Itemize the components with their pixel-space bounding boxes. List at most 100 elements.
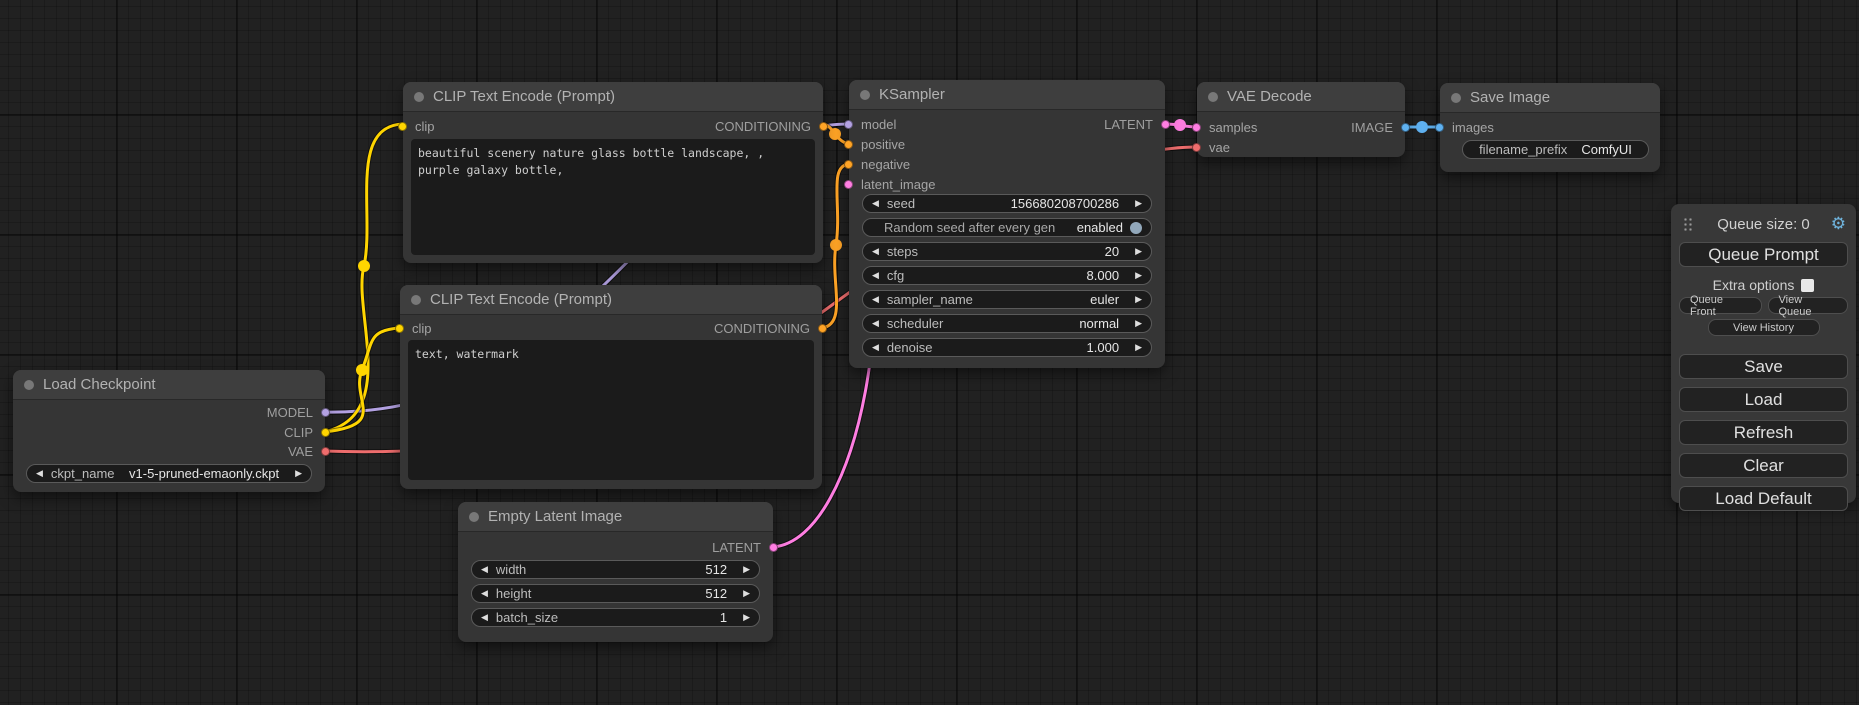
decrement-icon[interactable]: ◀ [872, 247, 879, 256]
decrement-icon[interactable]: ◀ [481, 565, 488, 574]
decrement-icon[interactable]: ◀ [872, 295, 879, 304]
load-button[interactable]: Load [1679, 387, 1848, 412]
widget-width[interactable]: ◀ width 512 ▶ [471, 560, 760, 579]
save-button[interactable]: Save [1679, 354, 1848, 379]
node-vae-decode[interactable]: VAE Decode samples vae IMAGE [1197, 82, 1405, 157]
conditioning-port[interactable] [844, 140, 853, 149]
node-empty-latent-image[interactable]: Empty Latent Image LATENT ◀ width 512 ▶ … [458, 502, 773, 642]
toggle-knob[interactable] [1130, 222, 1142, 234]
node-graph-canvas[interactable]: CLIP Text Encode (Prompt) clip CONDITION… [0, 0, 1859, 705]
widget-sampler-name[interactable]: ◀ sampler_name euler ▶ [862, 290, 1152, 309]
model-port[interactable] [844, 120, 853, 129]
prompt-textarea[interactable]: beautiful scenery nature glass bottle la… [411, 139, 815, 255]
decrement-icon[interactable]: ◀ [872, 271, 879, 280]
queue-panel[interactable]: Queue size: 0 ⚙ Queue Prompt Extra optio… [1671, 204, 1856, 503]
image-port[interactable] [1401, 123, 1410, 132]
input-slot-vae[interactable]: vae [1192, 139, 1230, 155]
decrement-icon[interactable]: ◀ [872, 199, 879, 208]
node-load-checkpoint[interactable]: Load Checkpoint MODEL CLIP VAE ◀ ckpt_na… [13, 370, 325, 492]
view-history-button[interactable]: View History [1708, 319, 1820, 336]
decrement-icon[interactable]: ◀ [872, 319, 879, 328]
extra-options-checkbox[interactable] [1801, 279, 1814, 292]
node-clip-text-encode-2[interactable]: CLIP Text Encode (Prompt) clip CONDITION… [400, 285, 822, 489]
increment-icon[interactable]: ▶ [1135, 319, 1142, 328]
widget-seed[interactable]: ◀ seed 156680208700286 ▶ [862, 194, 1152, 213]
node-title-bar[interactable]: KSampler [849, 80, 1165, 110]
wire-clip-1 [324, 124, 403, 432]
decrement-icon[interactable]: ◀ [481, 589, 488, 598]
widget-scheduler[interactable]: ◀ scheduler normal ▶ [862, 314, 1152, 333]
queue-front-button[interactable]: Queue Front [1679, 297, 1762, 314]
view-queue-button[interactable]: View Queue [1768, 297, 1849, 314]
input-slot-clip[interactable]: clip [395, 320, 432, 336]
refresh-button[interactable]: Refresh [1679, 420, 1848, 445]
latent-port[interactable] [769, 543, 778, 552]
latent-port[interactable] [1192, 123, 1201, 132]
node-title-bar[interactable]: CLIP Text Encode (Prompt) [403, 82, 823, 112]
decrement-icon[interactable]: ◀ [36, 469, 43, 478]
node-clip-text-encode-1[interactable]: CLIP Text Encode (Prompt) clip CONDITION… [403, 82, 823, 263]
increment-icon[interactable]: ▶ [743, 565, 750, 574]
increment-icon[interactable]: ▶ [1135, 343, 1142, 352]
output-slot-model[interactable]: MODEL [267, 404, 330, 420]
node-title-bar[interactable]: VAE Decode [1197, 82, 1405, 112]
increment-icon[interactable]: ▶ [1135, 295, 1142, 304]
widget-filename-prefix[interactable]: filename_prefix ComfyUI [1462, 140, 1649, 159]
gear-icon[interactable]: ⚙ [1831, 213, 1846, 235]
input-slot-model[interactable]: model [844, 116, 896, 132]
widget-label: height [496, 586, 531, 601]
widget-steps[interactable]: ◀ steps 20 ▶ [862, 242, 1152, 261]
clip-port[interactable] [398, 122, 407, 131]
output-slot-latent[interactable]: LATENT [1104, 116, 1170, 132]
output-slot-image[interactable]: IMAGE [1351, 119, 1410, 135]
increment-icon[interactable]: ▶ [743, 589, 750, 598]
widget-denoise[interactable]: ◀ denoise 1.000 ▶ [862, 338, 1152, 357]
latent-port[interactable] [844, 180, 853, 189]
input-slot-negative[interactable]: negative [844, 156, 910, 172]
output-slot-conditioning[interactable]: CONDITIONING [714, 320, 827, 336]
input-slot-images[interactable]: images [1435, 119, 1494, 135]
node-ksampler[interactable]: KSampler model positive negative latent_… [849, 80, 1165, 368]
node-title-bar[interactable]: Save Image [1440, 83, 1660, 113]
node-title-bar[interactable]: Empty Latent Image [458, 502, 773, 532]
widget-height[interactable]: ◀ height 512 ▶ [471, 584, 760, 603]
conditioning-port[interactable] [818, 324, 827, 333]
drag-handle-icon[interactable] [1683, 217, 1692, 232]
node-title-bar[interactable]: CLIP Text Encode (Prompt) [400, 285, 822, 315]
input-slot-samples[interactable]: samples [1192, 119, 1257, 135]
widget-cfg[interactable]: ◀ cfg 8.000 ▶ [862, 266, 1152, 285]
image-port[interactable] [1435, 123, 1444, 132]
node-save-image[interactable]: Save Image images filename_prefix ComfyU… [1440, 83, 1660, 172]
conditioning-port[interactable] [844, 160, 853, 169]
input-slot-clip[interactable]: clip [398, 118, 435, 134]
output-slot-conditioning[interactable]: CONDITIONING [715, 118, 828, 134]
clip-port[interactable] [321, 428, 330, 437]
node-title-bar[interactable]: Load Checkpoint [13, 370, 325, 400]
increment-icon[interactable]: ▶ [1135, 199, 1142, 208]
input-slot-latent-image[interactable]: latent_image [844, 176, 935, 192]
decrement-icon[interactable]: ◀ [481, 613, 488, 622]
load-default-button[interactable]: Load Default [1679, 486, 1848, 511]
prompt-textarea[interactable]: text, watermark [408, 340, 814, 480]
vae-port[interactable] [321, 447, 330, 456]
widget-batch-size[interactable]: ◀ batch_size 1 ▶ [471, 608, 760, 627]
output-slot-vae[interactable]: VAE [288, 443, 330, 459]
output-slot-clip[interactable]: CLIP [284, 424, 330, 440]
increment-icon[interactable]: ▶ [1135, 271, 1142, 280]
clip-port[interactable] [395, 324, 404, 333]
widget-ckpt-name[interactable]: ◀ ckpt_name v1-5-pruned-emaonly.ckpt ▶ [26, 464, 312, 483]
input-slot-positive[interactable]: positive [844, 136, 905, 152]
output-slot-latent[interactable]: LATENT [712, 539, 778, 555]
increment-icon[interactable]: ▶ [743, 613, 750, 622]
decrement-icon[interactable]: ◀ [872, 343, 879, 352]
increment-icon[interactable]: ▶ [1135, 247, 1142, 256]
latent-port[interactable] [1161, 120, 1170, 129]
queue-prompt-button[interactable]: Queue Prompt [1679, 242, 1848, 267]
conditioning-port[interactable] [819, 122, 828, 131]
vae-port[interactable] [1192, 143, 1201, 152]
increment-icon[interactable]: ▶ [295, 469, 302, 478]
link-dot [1174, 119, 1186, 131]
clear-button[interactable]: Clear [1679, 453, 1848, 478]
model-port[interactable] [321, 408, 330, 417]
widget-random-seed-toggle[interactable]: Random seed after every gen enabled [862, 218, 1152, 237]
